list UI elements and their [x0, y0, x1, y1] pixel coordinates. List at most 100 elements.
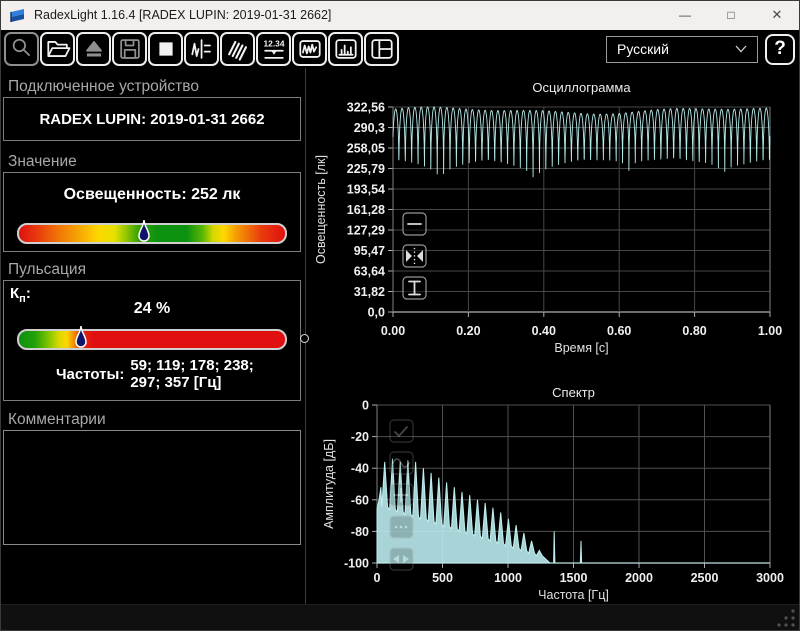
svg-text:1500: 1500 — [560, 571, 588, 585]
svg-text:161,28: 161,28 — [347, 203, 385, 217]
svg-text:0.40: 0.40 — [532, 324, 556, 338]
minimize-button[interactable]: — — [662, 8, 708, 22]
wave-tool-button[interactable] — [390, 452, 413, 474]
svg-text:95,47: 95,47 — [354, 244, 385, 258]
splitter-handle-icon[interactable] — [300, 334, 309, 343]
spectrum-bars-button[interactable] — [328, 32, 363, 66]
close-button[interactable]: ✕ — [754, 7, 800, 23]
svg-text:Время [с]: Время [с] — [554, 341, 608, 355]
svg-text:63,64: 63,64 — [354, 265, 385, 279]
numeric-display-icon: 12.34 — [259, 33, 289, 65]
svg-text:0.60: 0.60 — [607, 324, 631, 338]
svg-text:12.34: 12.34 — [263, 38, 284, 48]
svg-text:127,29: 127,29 — [347, 224, 385, 238]
zoom-icon — [7, 33, 37, 65]
zoom-plus-tool-button[interactable] — [390, 484, 413, 506]
maximize-button[interactable]: □ — [708, 8, 754, 22]
zoom-button[interactable] — [4, 32, 39, 66]
statusbar — [0, 604, 800, 631]
pulsation-section-header: Пульсация — [8, 261, 86, 279]
svg-text:0: 0 — [374, 571, 381, 585]
svg-text:322,56: 322,56 — [347, 101, 385, 115]
svg-text:Осциллограмма: Осциллограмма — [532, 80, 631, 95]
charts-canvas: Осциллограмма322,56290,3258,05225,79193,… — [305, 68, 800, 605]
titlebar: RadexLight 1.16.4 [RADEX LUPIN: 2019-01-… — [0, 0, 800, 30]
svg-text:-100: -100 — [344, 557, 369, 571]
oscillogram-button[interactable] — [292, 32, 327, 66]
svg-text:Частота [Гц]: Частота [Гц] — [538, 588, 609, 602]
illuminance-reading: Освещенность: 252 лк — [4, 186, 300, 204]
svg-text:Освещенность [лк]: Освещенность [лк] — [314, 155, 328, 264]
svg-text:Амплитуда [дБ]: Амплитуда [дБ] — [322, 439, 336, 529]
oscillogram-icon — [295, 33, 325, 65]
device-section-header: Подключенное устройство — [8, 78, 199, 96]
eject-button[interactable] — [76, 32, 111, 66]
svg-text:0.20: 0.20 — [456, 324, 480, 338]
open-folder-icon — [43, 33, 73, 65]
language-select[interactable]: Русский — [606, 36, 758, 63]
collapse-vertical-tool-button[interactable] — [403, 213, 426, 235]
svg-text:290,3: 290,3 — [354, 121, 385, 135]
pulsation-hatch-button[interactable] — [220, 32, 255, 66]
spectrum-chart: Спектр0-20-40-60-80-10005001000150020002… — [322, 385, 784, 602]
app-icon — [9, 7, 27, 23]
value-section-header: Значение — [8, 153, 77, 171]
device-value: RADEX LUPIN: 2019-01-31 2662 — [4, 98, 300, 140]
pulsation-box: Кп: 24 % Частоты: 59; 119; 178; 238; 297… — [3, 280, 301, 401]
layout-panels-button[interactable] — [364, 32, 399, 66]
frequencies-value: 59; 119; 178; 238; 297; 357 [Гц] — [130, 357, 253, 391]
svg-text:500: 500 — [432, 571, 453, 585]
pulsation-scale-bar — [17, 329, 287, 350]
language-value: Русский — [617, 41, 669, 57]
chevron-down-icon — [735, 45, 747, 53]
center-horizontal-tool-button[interactable] — [403, 245, 426, 267]
open-folder-button[interactable] — [40, 32, 75, 66]
eject-icon — [79, 33, 109, 65]
oscillogram-waveform — [393, 107, 770, 177]
svg-text:-60: -60 — [351, 493, 369, 507]
pulsation-hatch-icon — [223, 33, 253, 65]
split-arrows-tool-button[interactable] — [390, 548, 413, 570]
svg-text:1.00: 1.00 — [758, 324, 782, 338]
svg-text:193,54: 193,54 — [347, 183, 385, 197]
resize-grip-icon[interactable] — [773, 605, 797, 629]
svg-text:2500: 2500 — [691, 571, 719, 585]
measure-cursor-button[interactable] — [184, 32, 219, 66]
toolbar: 12.34 Русский ? — [0, 30, 800, 68]
fit-vertical-tool-button[interactable] — [403, 277, 426, 299]
frequencies-row: Частоты: 59; 119; 178; 238; 297; 357 [Гц… — [56, 357, 296, 391]
comments-input[interactable] — [3, 430, 301, 545]
save-icon — [115, 33, 145, 65]
svg-text:0,0: 0,0 — [368, 306, 385, 320]
layout-panels-icon — [367, 33, 397, 65]
svg-text:Спектр: Спектр — [552, 385, 595, 400]
svg-text:225,79: 225,79 — [347, 162, 385, 176]
frequencies-label: Частоты: — [56, 366, 124, 383]
kp-value: 24 % — [4, 300, 300, 318]
help-button[interactable]: ? — [765, 34, 795, 65]
stop-button[interactable] — [148, 32, 183, 66]
svg-text:1000: 1000 — [494, 571, 522, 585]
spectrum-bars-icon — [331, 33, 361, 65]
main-area: Подключенное устройство RADEX LUPIN: 201… — [0, 68, 800, 605]
svg-text:0.00: 0.00 — [381, 324, 405, 338]
svg-text:2000: 2000 — [625, 571, 653, 585]
svg-text:31,82: 31,82 — [354, 285, 385, 299]
measure-cursor-icon — [187, 33, 217, 65]
save-button[interactable] — [112, 32, 147, 66]
window-title: RadexLight 1.16.4 [RADEX LUPIN: 2019-01-… — [34, 8, 331, 22]
numeric-display-button[interactable]: 12.34 — [256, 32, 291, 66]
svg-text:-40: -40 — [351, 462, 369, 476]
svg-text:3000: 3000 — [756, 571, 784, 585]
level-marker-icon — [75, 325, 87, 351]
svg-text:0.80: 0.80 — [682, 324, 706, 338]
confirm-check-tool-button[interactable] — [390, 420, 413, 442]
device-box: RADEX LUPIN: 2019-01-31 2662 — [3, 97, 301, 141]
oscillogram-chart: Осциллограмма322,56290,3258,05225,79193,… — [314, 80, 782, 355]
pan-dots-tool-button[interactable] — [390, 516, 413, 538]
comments-section-header: Комментарии — [8, 411, 106, 429]
value-box: Освещенность: 252 лк — [3, 172, 301, 252]
level-marker-icon — [138, 219, 150, 245]
svg-text:-80: -80 — [351, 525, 369, 539]
stop-icon — [151, 33, 181, 65]
